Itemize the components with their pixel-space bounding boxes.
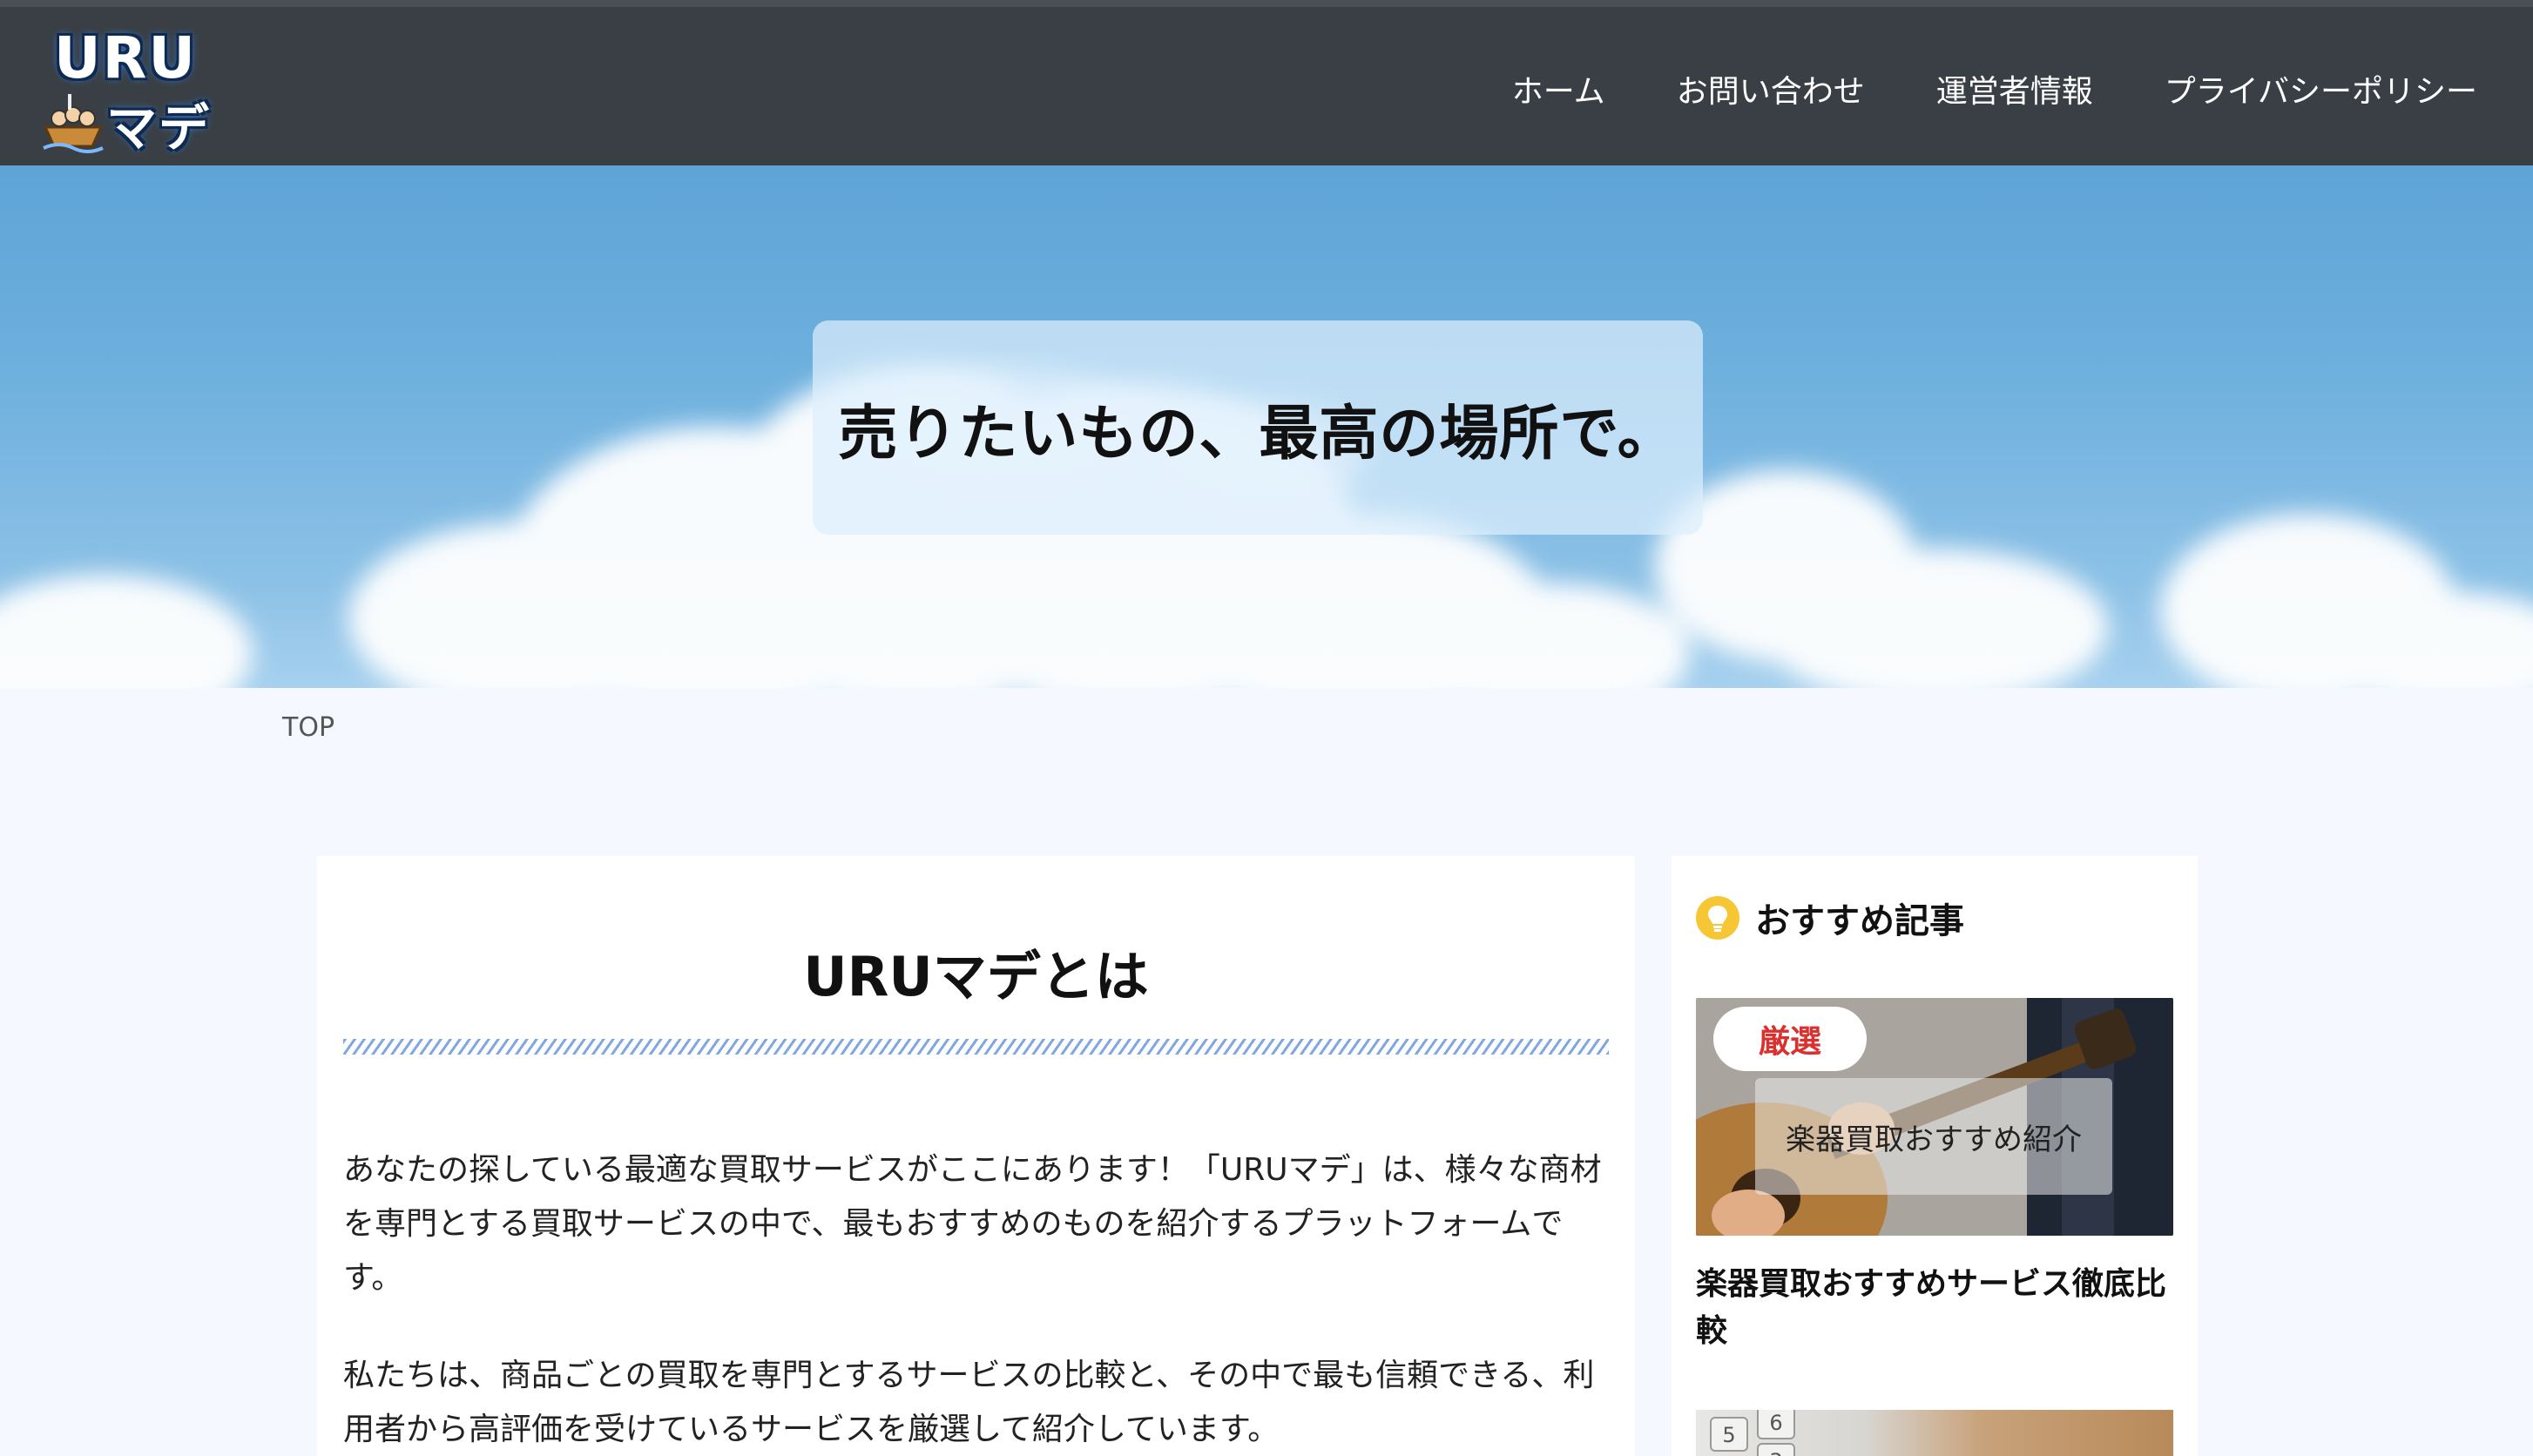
logo-boat-icon [43, 94, 104, 153]
article-thumbnail-guitar[interactable]: 厳選 楽器買取おすすめ紹介 [1696, 998, 2173, 1236]
article-thumbnail-next[interactable]: 5 6 3 [1696, 1410, 2173, 1456]
article-paragraph: 私たちは、商品ごとの買取を専門とするサービスの比較と、その中で最も信頼できる、利… [343, 1358, 1595, 1447]
nav-privacy-policy[interactable]: プライバシーポリシー [2165, 66, 2477, 111]
article-title: URUマデとは [803, 945, 1149, 1008]
hero-title: 売りたいもの、最高の場所で。 [838, 399, 1678, 468]
thumbnail-caption: 楽器買取おすすめ紹介 [1755, 1078, 2112, 1195]
lightbulb-icon [1696, 896, 1739, 940]
main-article-card: URUマデとは あなたの探している最適な買取サービスがここにあります！「URUマ… [317, 856, 1635, 1456]
logo-text-bottom: マデ [106, 98, 212, 158]
site-logo[interactable]: URU マデ [38, 24, 213, 158]
keypad-key: 5 [1710, 1417, 1748, 1452]
sidebar-title: おすすめ記事 [1755, 901, 1964, 941]
nav-operator-info[interactable]: 運営者情報 [1936, 66, 2093, 111]
logo-text-top: URU [53, 24, 197, 91]
article-paragraph: あなたの探している最適な買取サービスがここにあります！「URUマデ」は、様々な商… [343, 1152, 1602, 1296]
hero-title-box: 売りたいもの、最高の場所で。 [813, 320, 1703, 535]
nav-contact[interactable]: お問い合わせ [1677, 66, 1865, 111]
title-underline-divider [343, 1039, 1609, 1055]
main-nav: ホーム お問い合わせ 運営者情報 プライバシーポリシー [1512, 66, 2477, 111]
featured-badge: 厳選 [1713, 1007, 1867, 1071]
hero-banner: 売りたいもの、最高の場所で。 [0, 165, 2533, 688]
recommended-article-title[interactable]: 楽器買取おすすめサービス徹底比較 [1696, 1261, 2173, 1355]
nav-home[interactable]: ホーム [1512, 66, 1605, 111]
top-strip [0, 0, 2533, 7]
site-header: URU マデ ホーム お問い合わせ 運営者情報 プライバシーポリシー [0, 7, 2533, 165]
sidebar-recommended: おすすめ記事 厳選 楽器買取おすすめ紹介 楽器買取おすすめサービス徹底比較 5 … [1672, 856, 2198, 1456]
sidebar-header: おすすめ記事 [1696, 893, 1964, 943]
keypad-key: 3 [1757, 1443, 1795, 1456]
keypad-key: 6 [1757, 1410, 1795, 1439]
breadcrumb-top[interactable]: TOP [282, 712, 334, 743]
